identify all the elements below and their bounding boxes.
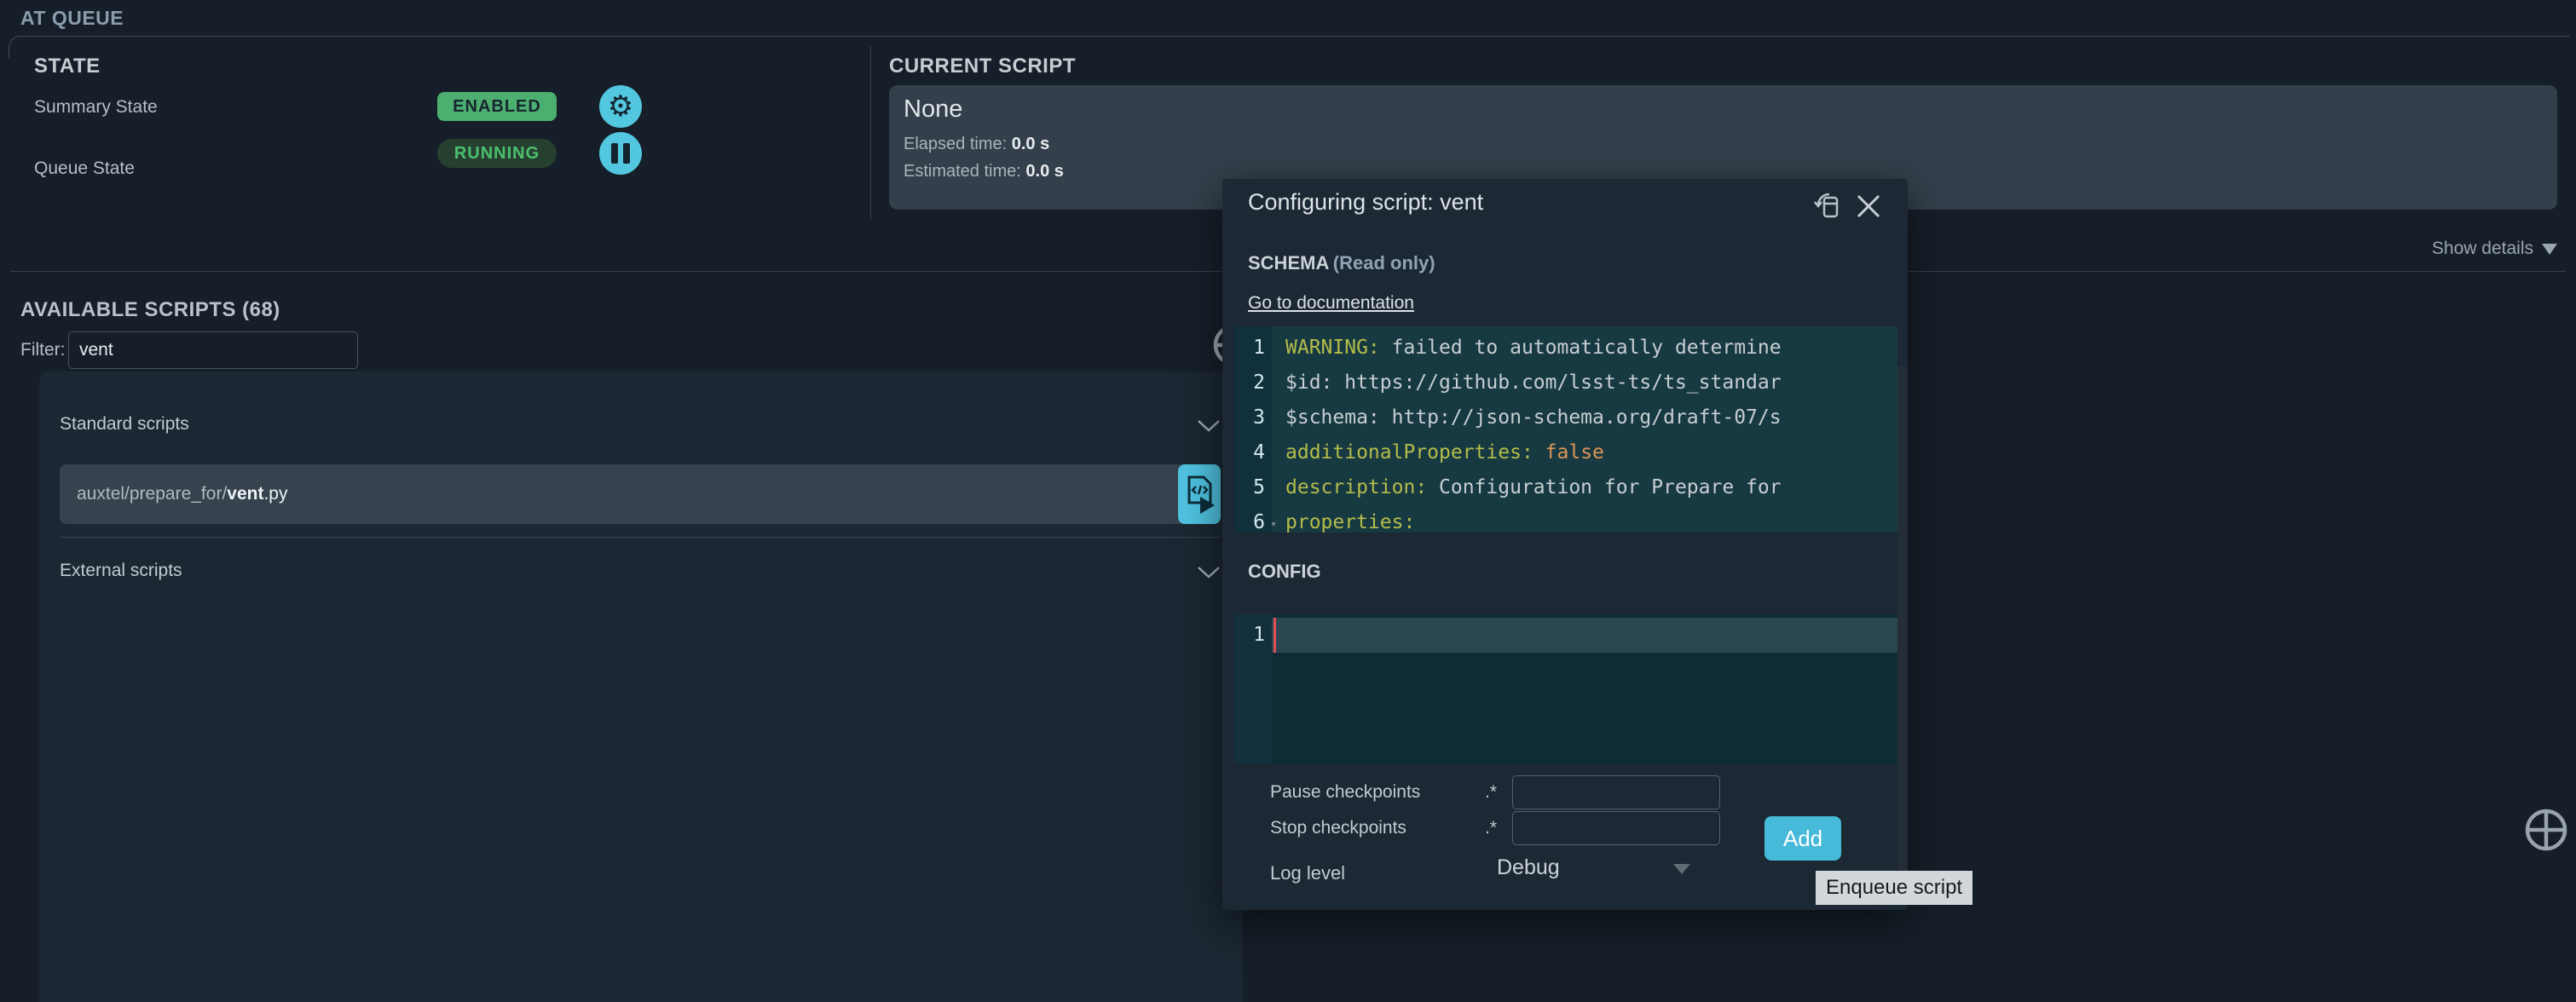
- filter-label: Filter:: [20, 340, 66, 360]
- modal-controls: Pause checkpoints .* Stop checkpoints .*…: [1270, 775, 1867, 903]
- summary-state-command-button[interactable]: ⚙: [599, 85, 642, 128]
- code-line: additionalProperties: false: [1285, 435, 1897, 470]
- code-line: $schema: http://json-schema.org/draft-07…: [1285, 400, 1897, 435]
- close-icon: [1856, 193, 1881, 219]
- add-button[interactable]: Add: [1765, 816, 1841, 861]
- modal-title: Configuring script: vent: [1248, 189, 1483, 216]
- page-title: AT QUEUE: [20, 7, 124, 30]
- group-divider: [60, 537, 1221, 538]
- line-number: 2: [1234, 366, 1272, 400]
- summary-state-label: Summary State: [34, 97, 158, 118]
- pause-regex-hint: .*: [1485, 782, 1497, 803]
- line-number: 3: [1234, 400, 1272, 435]
- scripts-list-panel: Standard scripts auxtel/prepare_for/vent…: [39, 371, 1243, 1002]
- configure-script-modal: Configuring script: vent SCHEMA (Read on…: [1222, 179, 1908, 910]
- current-script-name: None: [904, 95, 962, 124]
- config-gutter: 1: [1234, 613, 1272, 764]
- queue-state-badge: RUNNING: [437, 139, 557, 168]
- copy-last-config-button[interactable]: [1811, 189, 1845, 223]
- active-line-highlight: [1272, 618, 1897, 653]
- pause-icon: [611, 143, 630, 164]
- fold-caret-icon[interactable]: ▾: [1270, 507, 1277, 533]
- pause-checkpoints-input[interactable]: [1512, 775, 1720, 809]
- enqueue-script-tooltip: Enqueue script: [1816, 871, 1972, 905]
- gear-icon: ⚙: [608, 92, 633, 121]
- copy-config-icon: [1811, 189, 1845, 223]
- script-path: auxtel/prepare_for/vent.py: [60, 484, 287, 504]
- line-number: 4: [1234, 435, 1272, 470]
- available-scripts-title: AVAILABLE SCRIPTS (68): [20, 298, 280, 322]
- panel-crosshair-icon[interactable]: [2523, 807, 2569, 853]
- schema-heading-label: SCHEMA: [1248, 252, 1329, 274]
- queue-pause-button[interactable]: [599, 132, 642, 175]
- pause-checkpoints-label: Pause checkpoints: [1270, 782, 1420, 803]
- chevron-down-icon[interactable]: [1197, 419, 1221, 433]
- chevron-down-icon[interactable]: [1197, 566, 1221, 579]
- configure-script-button[interactable]: [1178, 464, 1221, 524]
- state-section-title: STATE: [34, 55, 101, 78]
- filter-input[interactable]: [68, 331, 358, 369]
- line-number: 1: [1234, 331, 1272, 366]
- elapsed-time: Elapsed time: 0.0 s: [904, 135, 1049, 154]
- script-path-match: vent: [227, 484, 263, 504]
- stop-checkpoints-label: Stop checkpoints: [1270, 818, 1406, 838]
- schema-editor[interactable]: 123456▾ WARNING: failed to automatically…: [1234, 326, 1897, 533]
- show-details-toggle[interactable]: Show details: [2432, 239, 2557, 259]
- external-scripts-group[interactable]: External scripts: [60, 561, 182, 581]
- code-line: $id: https://github.com/lsst-ts/ts_stand…: [1285, 366, 1897, 400]
- summary-state-badge: ENABLED: [437, 92, 557, 121]
- current-script-title: CURRENT SCRIPT: [889, 55, 1076, 78]
- script-path-prefix: auxtel/prepare_for/: [77, 484, 227, 504]
- line-number: 5: [1234, 470, 1272, 505]
- elapsed-time-value: 0.0 s: [1012, 135, 1049, 153]
- dropdown-caret-icon: [1673, 864, 1690, 874]
- line-number: 6▾: [1234, 505, 1272, 533]
- close-modal-button[interactable]: [1853, 191, 1884, 222]
- line-number: 1: [1234, 618, 1272, 653]
- estimated-time-value: 0.0 s: [1025, 162, 1063, 181]
- config-editor[interactable]: 1: [1234, 613, 1897, 764]
- stop-checkpoints-input[interactable]: [1512, 811, 1720, 845]
- panel-top-border: [9, 36, 2569, 59]
- section-divider-vertical: [870, 46, 871, 220]
- schema-readonly-label: (Read only): [1333, 252, 1435, 274]
- script-path-suffix: .py: [263, 484, 287, 504]
- show-details-caret-icon: [2542, 244, 2557, 255]
- log-level-select[interactable]: Debug: [1497, 855, 1560, 880]
- schema-gutter: 123456▾: [1234, 326, 1272, 533]
- code-line: WARNING: failed to automatically determi…: [1285, 331, 1897, 366]
- log-level-label: Log level: [1270, 862, 1345, 884]
- schema-code: WARNING: failed to automatically determi…: [1272, 326, 1897, 533]
- show-details-label: Show details: [2432, 239, 2533, 259]
- code-line: description: Configuration for Prepare f…: [1285, 470, 1897, 505]
- estimated-time: Estimated time: 0.0 s: [904, 162, 1064, 181]
- code-line: properties:: [1285, 505, 1897, 533]
- at-queue-view: AT QUEUE STATE Summary State ENABLED ⚙ Q…: [0, 0, 2576, 1002]
- elapsed-time-label: Elapsed time:: [904, 135, 1007, 153]
- schema-heading: SCHEMA (Read only): [1248, 252, 1435, 274]
- config-heading: CONFIG: [1248, 561, 1321, 583]
- script-row[interactable]: auxtel/prepare_for/vent.py: [60, 464, 1221, 524]
- standard-scripts-group[interactable]: Standard scripts: [60, 414, 189, 435]
- modal-scrollbar[interactable]: [1897, 366, 1908, 903]
- estimated-time-label: Estimated time:: [904, 162, 1021, 181]
- documentation-link[interactable]: Go to documentation: [1248, 293, 1414, 314]
- launch-script-icon: [1178, 464, 1221, 524]
- queue-state-label: Queue State: [34, 158, 135, 179]
- stop-regex-hint: .*: [1485, 818, 1497, 838]
- text-cursor: [1274, 618, 1276, 653]
